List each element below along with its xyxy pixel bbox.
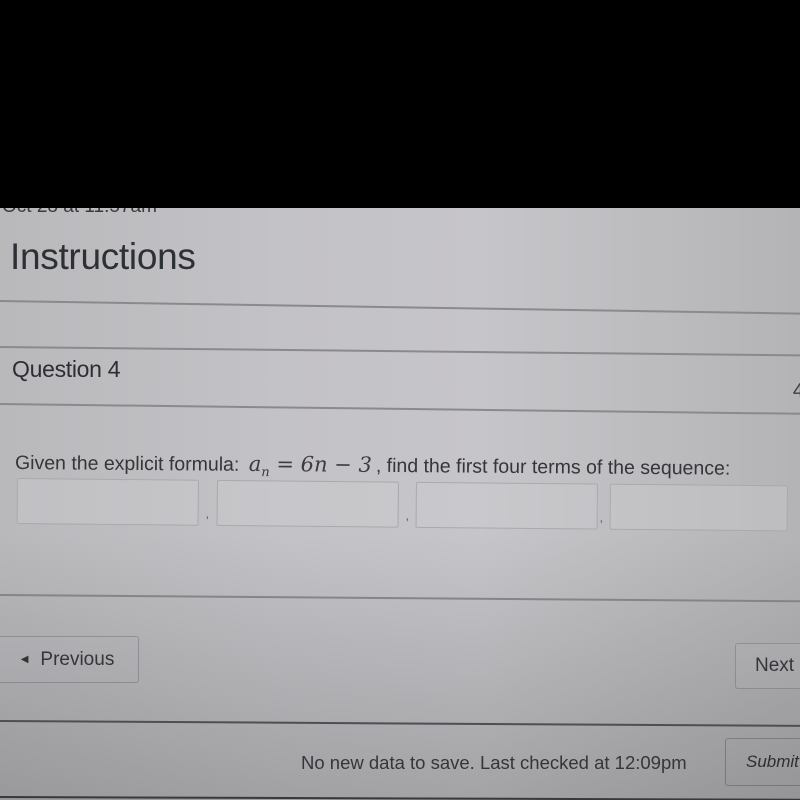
divider bbox=[0, 796, 800, 800]
quiz-screen: Oct 28 at 11:57am Instructions Question … bbox=[0, 208, 800, 800]
next-button[interactable]: Next bbox=[735, 643, 800, 689]
answer-input-2[interactable] bbox=[216, 479, 399, 528]
next-label: Next bbox=[755, 655, 795, 676]
separator: , bbox=[599, 510, 604, 525]
question-header: Question 4 bbox=[12, 356, 121, 382]
question-points: 4 bbox=[792, 380, 800, 402]
previous-button[interactable]: ◀ Previous bbox=[0, 636, 139, 683]
separator: , bbox=[205, 506, 210, 521]
formula-variable: a bbox=[248, 451, 262, 476]
answer-input-3[interactable] bbox=[415, 481, 598, 530]
autosave-status: No new data to save. Last checked at 12:… bbox=[301, 752, 687, 773]
divider bbox=[0, 594, 800, 602]
due-date-text: Oct 28 at 11:57am bbox=[2, 208, 157, 218]
page-title: Instructions bbox=[10, 236, 196, 277]
divider bbox=[0, 346, 800, 357]
divider bbox=[0, 720, 800, 727]
answer-fields: , , , bbox=[16, 478, 800, 546]
answer-input-4[interactable] bbox=[609, 483, 788, 532]
prompt-suffix: , find the first four terms of the seque… bbox=[375, 454, 731, 480]
formula-subscript: n bbox=[261, 465, 270, 481]
formula-equals: = bbox=[276, 452, 295, 477]
divider bbox=[0, 300, 800, 315]
submit-label: Submit bbox=[746, 752, 799, 771]
answer-input-1[interactable] bbox=[16, 478, 199, 526]
triangle-left-icon: ◀ bbox=[20, 654, 29, 665]
previous-label: Previous bbox=[40, 648, 115, 670]
separator: , bbox=[405, 508, 410, 523]
divider bbox=[0, 403, 800, 415]
prompt-prefix: Given the explicit formula: bbox=[14, 452, 240, 476]
formula-rhs: 6n − 3 bbox=[300, 452, 372, 477]
submit-quiz-button[interactable]: Submit bbox=[725, 738, 800, 786]
formula: an = 6n − 3 bbox=[248, 451, 372, 481]
